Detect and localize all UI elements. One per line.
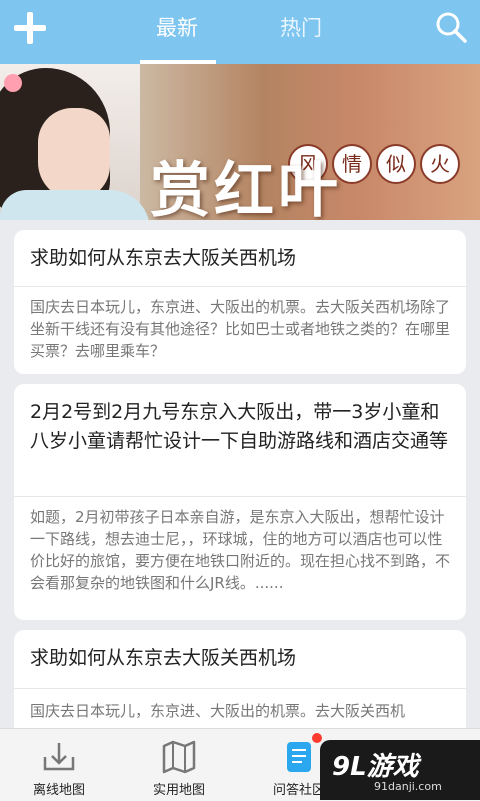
top-bar: 最新 热门 [0,0,480,64]
post-title: 求助如何从东京去大阪关西机场 [30,247,297,269]
nav-practical-map[interactable]: 实用地图 [120,729,238,801]
tab-hot[interactable]: 热门 [262,8,340,48]
notification-badge [312,733,322,743]
post-excerpt: 国庆去日本玩儿，东京进、大阪出的机票。去大阪关西机场除了坐新干线还有没有其他途径… [30,298,451,360]
post-title: 2月2号到2月九号东京入大阪出，带一3岁小童和八岁小童请帮忙设计一下自助游路线和… [30,401,449,452]
watermark-url: 91danji.com [374,780,442,793]
post-card[interactable]: 求助如何从东京去大阪关西机场 国庆去日本玩儿，东京进、大阪出的机票。去大阪关西机… [14,230,466,374]
post-title: 求助如何从东京去大阪关西机场 [30,647,297,669]
site-watermark: 9L游戏 91danji.com [320,740,480,800]
download-tray-icon [43,743,75,771]
map-icon [162,740,196,774]
post-card[interactable]: 2月2号到2月九号东京入大阪出，带一3岁小童和八岁小童请帮忙设计一下自助游路线和… [14,384,466,620]
banner-title: 赏红叶 [150,156,342,220]
qa-document-icon [287,742,311,772]
post-excerpt: 如题，2月初带孩子日本亲自游，是东京入大阪出，想帮忙设计一下路线，想去迪士尼，，… [30,508,451,592]
promo-banner[interactable]: 风 情 似 火 赏红叶 [0,64,480,220]
tab-latest[interactable]: 最新 [138,8,216,48]
post-excerpt: 国庆去日本玩儿，东京进、大阪出的机票。去大阪关西机 [30,702,406,720]
search-icon[interactable] [434,10,468,44]
nav-offline-map[interactable]: 离线地图 [0,729,118,801]
plus-icon[interactable] [12,10,48,46]
watermark-logo: 9L游戏 [332,752,419,782]
